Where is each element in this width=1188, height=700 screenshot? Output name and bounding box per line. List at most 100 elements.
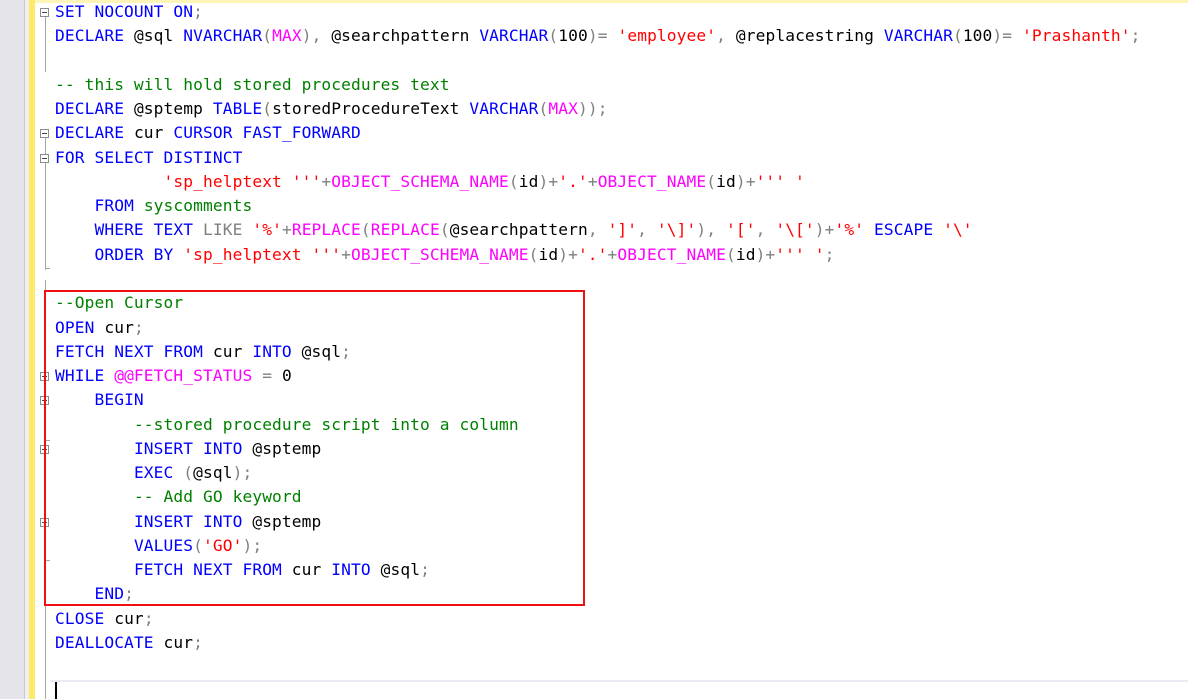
operator-token: ; [1130, 26, 1141, 46]
code-line[interactable]: 'sp_helptext '''+OBJECT_SCHEMA_NAME(id)+… [55, 170, 805, 194]
operator-token: )+ [755, 244, 776, 264]
operator-token: ( [262, 99, 273, 119]
operator-token: ( [706, 171, 717, 191]
current-line-highlight [50, 680, 1188, 700]
change-tracking-bar [29, 0, 35, 699]
string-token: '.' [577, 244, 608, 264]
operator-token: LIKE [203, 220, 253, 240]
string-token: ']' [607, 220, 638, 240]
code-line[interactable]: DECLARE @sptemp TABLE(storedProcedureTex… [55, 97, 608, 121]
collapse-region-icon[interactable] [40, 153, 49, 163]
code-line[interactable]: CLOSE cur; [55, 607, 154, 631]
operator-token: ( [548, 26, 559, 46]
text-caret [55, 682, 57, 699]
string-token: ''' ' [775, 244, 825, 264]
code-line[interactable]: WHERE TEXT LIKE '%'+REPLACE(REPLACE(@sea… [55, 218, 973, 242]
identifier-token [55, 172, 164, 191]
comment-token: -- this will hold stored procedures text [55, 74, 450, 94]
operator-token: , [587, 220, 608, 240]
function-token: OBJECT_NAME [617, 244, 726, 264]
string-token: 'employee' [617, 26, 717, 46]
identifier-token [55, 196, 94, 215]
identifier-token: id [716, 171, 736, 191]
string-token: '%' [834, 220, 865, 240]
operator-token: ( [262, 26, 273, 46]
operator-token: + [341, 244, 351, 264]
code-line[interactable]: -- this will hold stored procedures text [55, 73, 450, 97]
string-token: ''' ' [755, 171, 805, 191]
function-token: OBJECT_SCHEMA_NAME [351, 244, 529, 264]
operator-token: )+ [814, 220, 835, 240]
operator-token: + [607, 244, 618, 264]
operator-token: ), [301, 26, 332, 46]
string-token: '[' [725, 220, 756, 240]
string-token: '\[' [775, 220, 815, 240]
operator-token: , [716, 26, 736, 46]
code-line[interactable]: FOR SELECT DISTINCT [55, 146, 242, 170]
identifier-token: @searchpattern [331, 26, 480, 46]
operator-token: ( [360, 220, 371, 240]
keyword-token: DEALLOCATE [55, 633, 164, 653]
string-token: 'Prashanth' [1022, 26, 1131, 46]
operator-token: ( [439, 220, 450, 240]
operator-token: ( [725, 244, 736, 264]
code-line[interactable]: DECLARE @sql NVARCHAR(MAX), @searchpatte… [55, 24, 1140, 48]
collapse-region-icon[interactable] [40, 8, 49, 17]
collapse-region-icon[interactable] [40, 129, 49, 139]
operator-token: + [587, 171, 598, 191]
code-line[interactable]: DECLARE cur CURSOR FAST_FORWARD [55, 121, 361, 145]
operator-token: , [755, 220, 776, 240]
keyword-token: DECLARE [55, 26, 134, 46]
keyword-token: SET NOCOUNT ON [55, 2, 194, 21]
string-token: '\]' [656, 220, 697, 240]
code-line[interactable]: FROM syscomments [55, 194, 252, 218]
string-token: 'sp_helptext ''' [163, 171, 322, 191]
identifier-token: @sptemp [133, 99, 213, 119]
function-token: MAX [272, 26, 302, 46]
identifier-token: @sql [133, 26, 184, 46]
identifier-token: 100 [558, 26, 588, 46]
function-token: MAX [548, 99, 578, 119]
string-token: '\' [943, 220, 973, 240]
identifier-token: @searchpattern [449, 220, 588, 240]
keyword-token: ESCAPE [874, 220, 944, 240]
system-table-token: syscomments [143, 196, 253, 216]
function-token: REPLACE [291, 220, 361, 240]
keyword-token: VARCHAR [883, 26, 953, 46]
keyword-token: DECLARE [55, 123, 134, 143]
function-token: REPLACE [370, 220, 440, 240]
line-number-margin [0, 0, 25, 699]
keyword-token: TABLE [212, 99, 263, 119]
outline-guide-line [45, 17, 46, 72]
operator-token: + [321, 171, 332, 191]
identifier-token: id [518, 171, 539, 191]
identifier-token: 100 [962, 26, 993, 46]
code-line[interactable]: ORDER BY 'sp_helptext '''+OBJECT_SCHEMA_… [55, 243, 835, 267]
operator-token: )+ [735, 171, 756, 191]
operator-token: ; [824, 244, 835, 264]
operator-token: ( [538, 99, 549, 119]
outline-end-tick [45, 268, 50, 269]
code-line[interactable]: SET NOCOUNT ON; [55, 0, 203, 24]
keyword-token: FOR SELECT DISTINCT [55, 147, 243, 167]
operator-token: )+ [558, 244, 578, 264]
operator-token: )= [992, 26, 1023, 46]
highlight-box [44, 290, 585, 606]
identifier-token: cur [133, 123, 174, 143]
string-token: 'sp_helptext ''' [183, 244, 342, 264]
keyword-token: DECLARE [55, 99, 134, 119]
identifier-token: cur [114, 608, 144, 628]
identifier-token: cur [163, 633, 194, 653]
identifier-token: id [735, 244, 756, 264]
code-line[interactable]: DEALLOCATE cur; [55, 631, 203, 655]
operator-token: , [637, 220, 657, 240]
operator-token: ; [193, 633, 204, 653]
operator-token: ), [696, 220, 726, 240]
function-token: OBJECT_NAME [597, 171, 707, 191]
identifier-token: id [538, 244, 559, 264]
keyword-token: NVARCHAR [183, 26, 263, 46]
operator-token: ; [143, 608, 154, 628]
operator-token: ( [528, 244, 539, 264]
identifier-token: @replacestring [735, 26, 884, 46]
identifier-token: storedProcedureText [272, 99, 470, 119]
